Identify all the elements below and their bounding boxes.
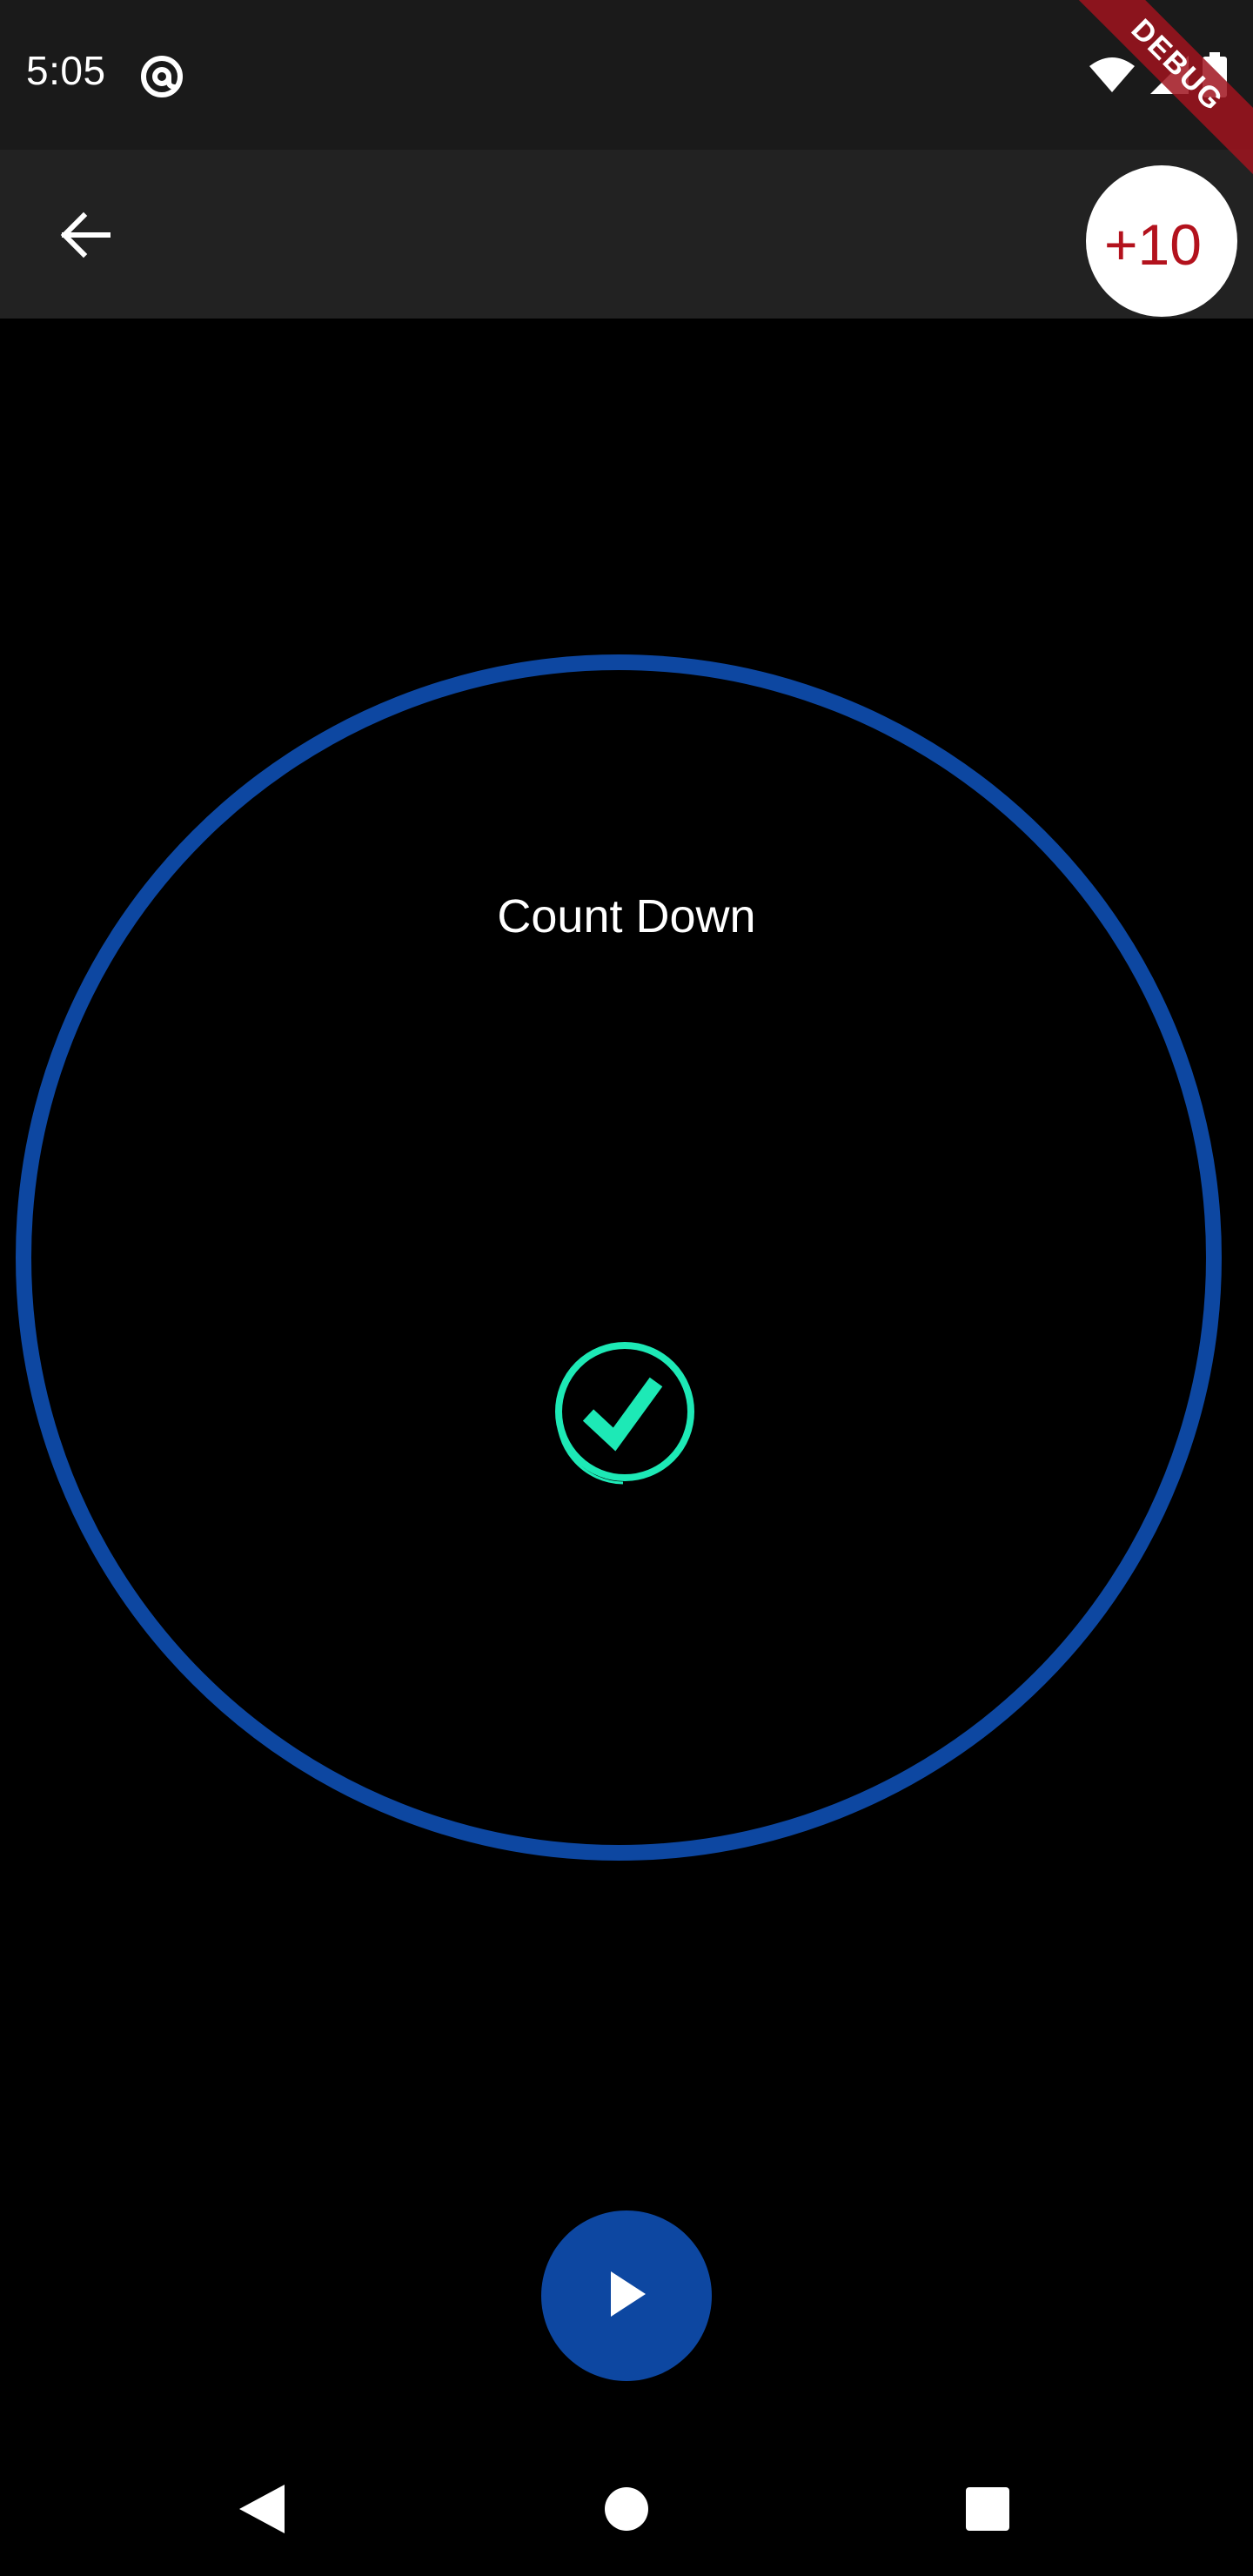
timer-title: Count Down [497, 890, 756, 943]
back-button[interactable] [44, 195, 127, 278]
nav-home-button[interactable] [579, 2463, 674, 2559]
check-circle-icon [543, 1332, 703, 1492]
nav-recents-button[interactable] [940, 2463, 1035, 2559]
back-triangle-icon [238, 2483, 286, 2539]
battery-icon [1203, 52, 1227, 97]
cell-signal-icon [1149, 54, 1190, 96]
arrow-left-icon [57, 207, 113, 267]
add-ten-seconds-label: +10 [1104, 212, 1202, 277]
status-bar: 5:05 [0, 0, 1253, 150]
app-bar: +10 [0, 150, 1253, 319]
timer-screen: 5:05 DEBUG +10 Count Down [0, 0, 1253, 2576]
status-time: 5:05 [26, 48, 106, 93]
add-ten-seconds-button[interactable]: +10 [1086, 165, 1237, 317]
at-sign-icon [137, 52, 186, 101]
status-icons [1088, 50, 1227, 99]
timer-ring [16, 654, 1222, 1861]
system-nav-bar [0, 2447, 1253, 2576]
wifi-icon [1088, 56, 1136, 94]
play-icon [606, 2270, 647, 2323]
home-circle-icon [604, 2486, 649, 2536]
nav-back-button[interactable] [214, 2463, 310, 2559]
play-button[interactable] [541, 2210, 712, 2381]
recents-square-icon [965, 2486, 1010, 2536]
